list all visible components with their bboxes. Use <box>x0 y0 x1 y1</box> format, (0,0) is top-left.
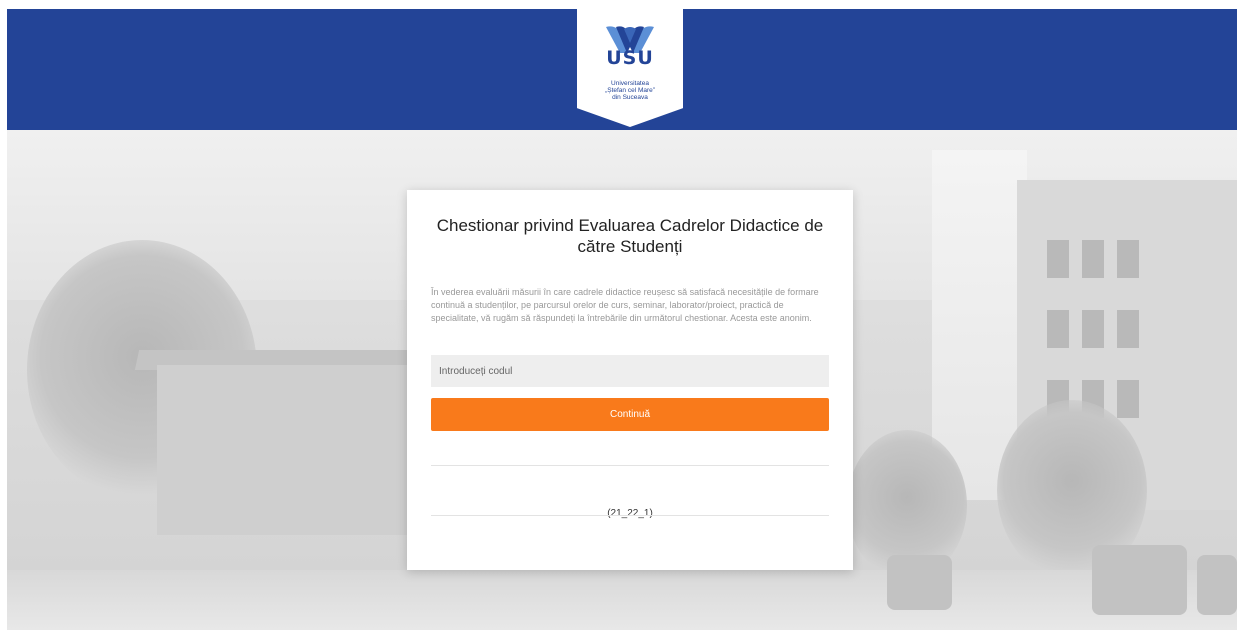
bg-road <box>7 570 1237 630</box>
logo-caption-line3: din Suceava <box>612 94 648 101</box>
divider-bottom <box>431 515 829 516</box>
page: USU Universitatea „Ștefan cel Mare” din … <box>0 0 1244 630</box>
form-description: În vederea evaluării măsurii în care cad… <box>431 287 819 323</box>
logo-acronym: USU <box>606 47 654 69</box>
code-input[interactable] <box>431 355 829 387</box>
page-title: Chestionar privind Evaluarea Cadrelor Di… <box>436 216 824 256</box>
version-label: (21_22_1) <box>607 508 653 519</box>
bg-car-3 <box>1197 555 1237 615</box>
university-logo[interactable]: USU Universitatea „Ștefan cel Mare” din … <box>577 9 683 127</box>
bg-building-left <box>157 365 407 535</box>
bg-car-1 <box>887 555 952 610</box>
bg-car-2 <box>1092 545 1187 615</box>
divider-top <box>431 465 829 466</box>
continue-button[interactable]: Continuă <box>431 398 829 431</box>
questionnaire-card: Chestionar privind Evaluarea Cadrelor Di… <box>407 190 853 570</box>
